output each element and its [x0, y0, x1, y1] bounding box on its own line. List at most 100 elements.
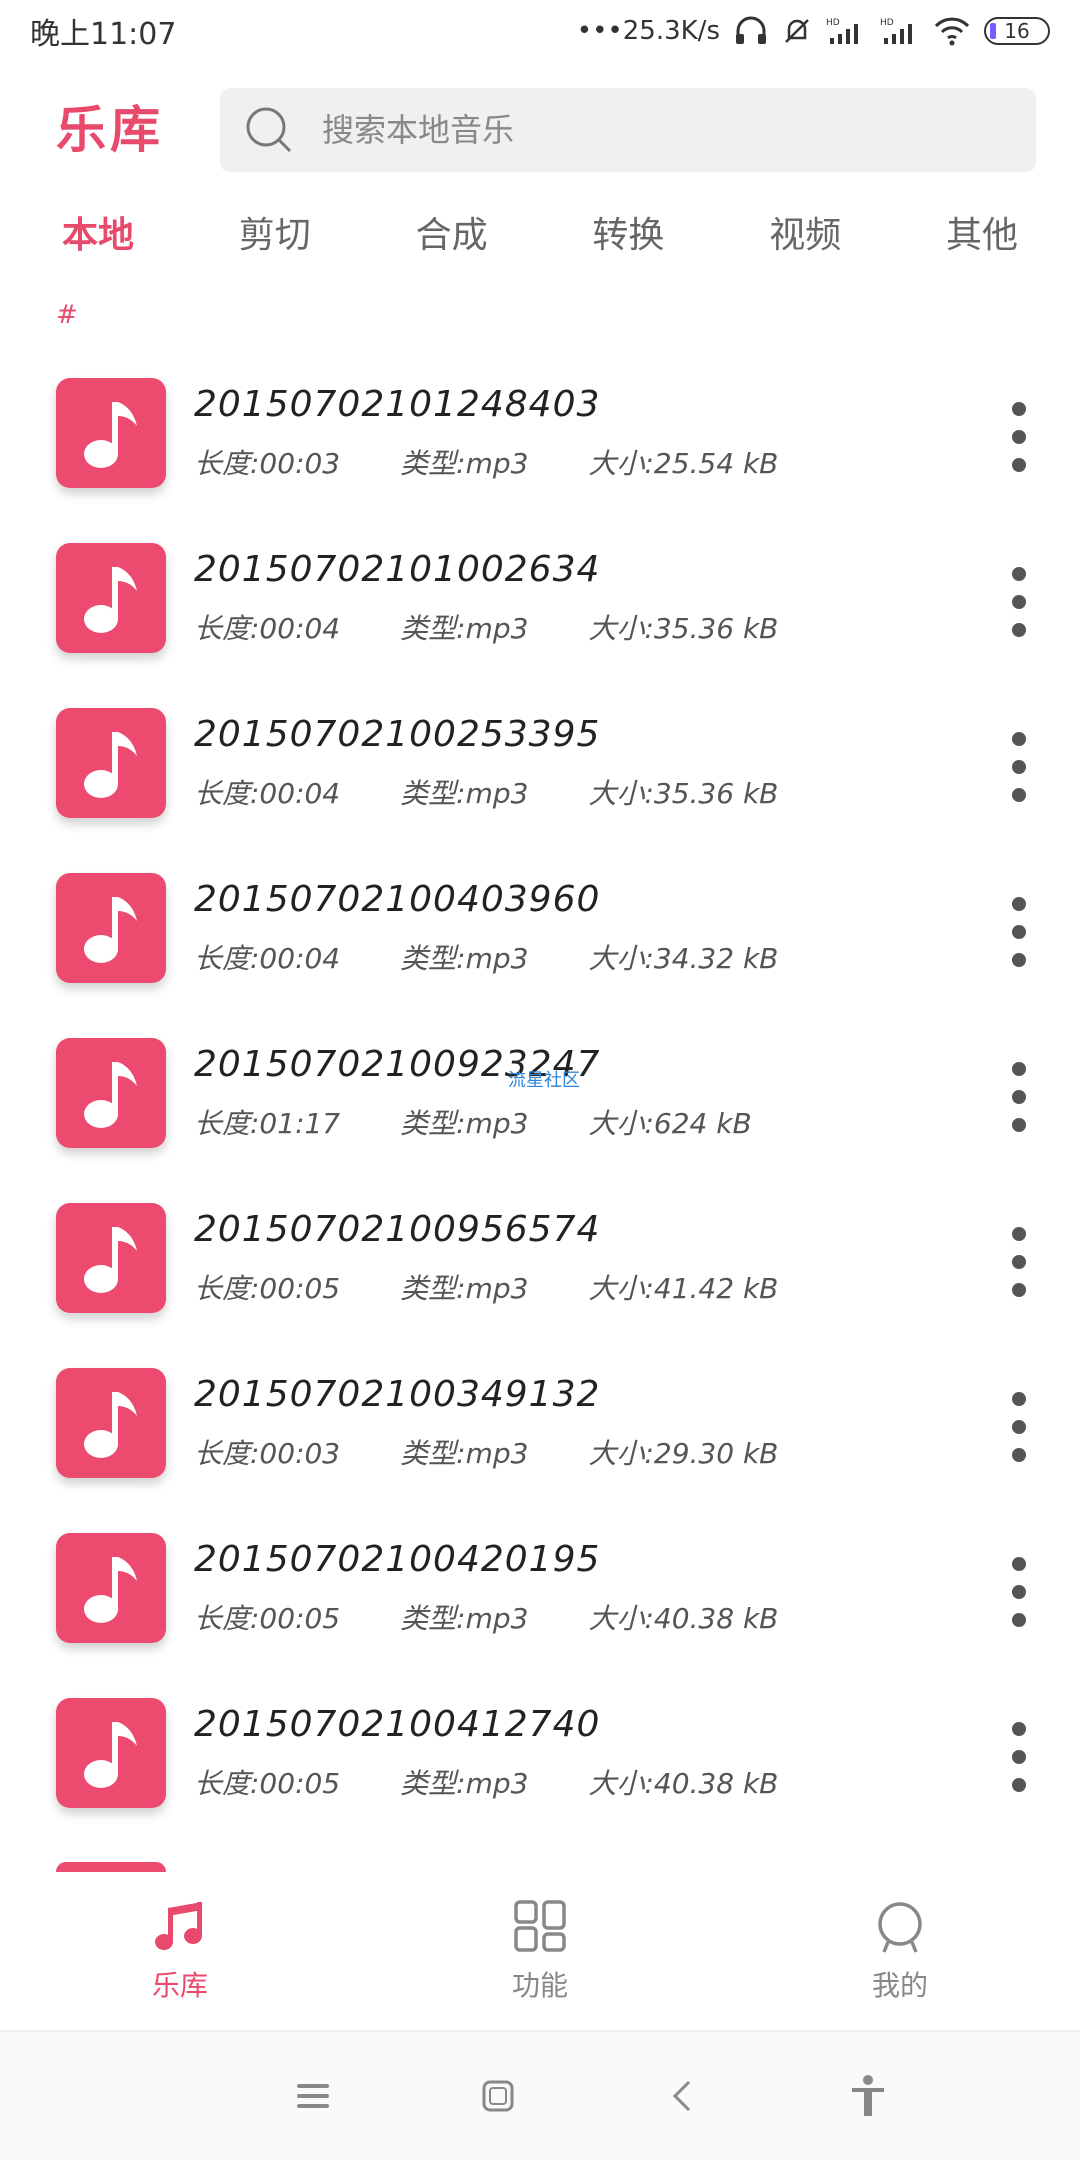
more-options-icon[interactable] [1004, 1227, 1034, 1297]
mute-bell-icon [785, 19, 809, 43]
song-title: 20150702100403960 [194, 879, 601, 920]
song-length: 长度:00:03 [194, 447, 341, 480]
more-options-icon[interactable] [1004, 567, 1034, 637]
list-item[interactable]: 20150702100403960 长度:00:04 类型:mp3 大小:34.… [0, 855, 1080, 1020]
signal-hd-icon-2: HD [880, 18, 912, 44]
song-length: 长度:01:17 [194, 1107, 341, 1140]
song-length: 长度:00:04 [194, 612, 341, 645]
accessibility-icon[interactable] [848, 2074, 888, 2118]
partial-song-thumbnail [56, 1862, 166, 1872]
song-size: 大小:35.36 kB [588, 777, 779, 810]
more-options-icon[interactable] [1004, 1722, 1034, 1792]
signal-hd-icon: HD [826, 18, 858, 44]
system-navigation [0, 2032, 1080, 2160]
song-size: 大小:34.32 kB [588, 942, 779, 975]
song-type: 类型:mp3 [400, 447, 529, 480]
svg-text:HD: HD [880, 18, 894, 28]
song-thumbnail [56, 543, 166, 653]
song-title: 20150702100253395 [194, 714, 601, 755]
wifi-icon [934, 17, 970, 46]
back-icon[interactable] [663, 2076, 703, 2116]
song-title: 20150702100420195 [194, 1539, 601, 1580]
tab-local[interactable]: 本地 [52, 200, 144, 270]
music-note-icon [84, 1227, 137, 1293]
song-thumbnail [56, 1368, 166, 1478]
song-type: 类型:mp3 [400, 612, 529, 645]
status-time: 晚上11:07 [30, 17, 177, 52]
song-thumbnail [56, 873, 166, 983]
more-options-icon[interactable] [1004, 1062, 1034, 1132]
list-item[interactable]: 20150702100956574 长度:00:05 类型:mp3 大小:41.… [0, 1185, 1080, 1350]
song-meta: 长度:00:03 类型:mp3 大小:25.54 kB [194, 442, 778, 482]
list-item[interactable]: 20150702100412740 长度:00:05 类型:mp3 大小:40.… [0, 1680, 1080, 1845]
song-size: 大小:29.30 kB [588, 1437, 779, 1470]
list-item[interactable]: 20150702100349132 长度:00:03 类型:mp3 大小:29.… [0, 1350, 1080, 1515]
profile-icon [878, 1902, 922, 1953]
nav-label: 功能 [511, 1969, 568, 2002]
song-meta: 长度:00:05 类型:mp3 大小:40.38 kB [194, 1597, 778, 1637]
search-icon [246, 107, 292, 153]
bottom-navigation: 乐库 功能 我的 [0, 1872, 1080, 2032]
song-length: 长度:00:05 [194, 1767, 341, 1800]
tab-cut[interactable]: 剪切 [229, 200, 321, 270]
song-meta: 长度:01:17 类型:mp3 大小:624 kB [194, 1102, 752, 1142]
headphones-icon [736, 16, 766, 44]
song-meta: 长度:00:04 类型:mp3 大小:35.36 kB [194, 607, 778, 647]
nav-functions[interactable]: 功能 [440, 1898, 640, 2004]
song-title: 20150702100349132 [194, 1374, 601, 1415]
music-note-icon [84, 1392, 137, 1458]
music-note-icon [84, 1557, 137, 1623]
song-size: 大小:624 kB [588, 1107, 752, 1140]
list-item[interactable]: 20150702101248403 长度:00:03 类型:mp3 大小:25.… [0, 360, 1080, 525]
search-input[interactable] [320, 110, 964, 150]
list-item[interactable]: 20150702100923247 长度:01:17 类型:mp3 大小:624… [0, 1020, 1080, 1185]
music-note-icon [84, 1062, 137, 1128]
battery-level: 16 [1004, 19, 1030, 43]
section-index: # [56, 300, 78, 330]
song-type: 类型:mp3 [400, 1767, 529, 1800]
nav-label: 我的 [871, 1969, 928, 2002]
search-bar[interactable] [220, 88, 1036, 172]
status-icons: •••25.3K/s HD HD 16 [577, 16, 1050, 46]
song-thumbnail [56, 1533, 166, 1643]
song-length: 长度:00:03 [194, 1437, 341, 1470]
category-tabs: 本地 剪切 合成 转换 视频 其他 [0, 200, 1080, 270]
song-meta: 长度:00:05 类型:mp3 大小:41.42 kB [194, 1267, 778, 1307]
song-type: 类型:mp3 [400, 1437, 529, 1470]
home-icon[interactable] [478, 2076, 518, 2116]
music-library-screen: 晚上11:07 •••25.3K/s HD HD 16 乐库 搜索本地音乐 本地… [0, 0, 1080, 2160]
tab-convert[interactable]: 转换 [582, 200, 674, 270]
song-meta: 长度:00:04 类型:mp3 大小:34.32 kB [194, 937, 778, 977]
song-length: 长度:00:04 [194, 942, 341, 975]
song-size: 大小:40.38 kB [588, 1602, 779, 1635]
music-notes-icon [155, 1902, 202, 1950]
list-item[interactable]: 20150702101002634 长度:00:04 类型:mp3 大小:35.… [0, 525, 1080, 690]
music-note-icon [84, 897, 137, 963]
page-title: 乐库 [56, 100, 164, 159]
menu-icon[interactable] [293, 2078, 333, 2114]
grid-icon [514, 1900, 566, 1952]
more-options-icon[interactable] [1004, 1392, 1034, 1462]
more-options-icon[interactable] [1004, 732, 1034, 802]
song-meta: 长度:00:04 类型:mp3 大小:35.36 kB [194, 772, 778, 812]
battery-indicator: 16 [984, 17, 1050, 45]
list-item[interactable]: 20150702100420195 长度:00:05 类型:mp3 大小:40.… [0, 1515, 1080, 1680]
nav-mine[interactable]: 我的 [800, 1898, 1000, 2004]
song-size: 大小:35.36 kB [588, 612, 779, 645]
song-title: 20150702100956574 [194, 1209, 601, 1250]
tab-merge[interactable]: 合成 [406, 200, 498, 270]
song-list[interactable]: 20150702101248403 长度:00:03 类型:mp3 大小:25.… [0, 360, 1080, 1870]
network-speed: •••25.3K/s [576, 16, 720, 46]
song-title: 20150702100412740 [194, 1704, 601, 1745]
more-options-icon[interactable] [1004, 402, 1034, 472]
nav-label: 乐库 [151, 1969, 208, 2002]
song-length: 长度:00:05 [194, 1602, 341, 1635]
tab-video[interactable]: 视频 [759, 200, 851, 270]
more-options-icon[interactable] [1004, 897, 1034, 967]
song-size: 大小:41.42 kB [588, 1272, 779, 1305]
tab-other[interactable]: 其他 [936, 200, 1028, 270]
more-options-icon[interactable] [1004, 1557, 1034, 1627]
music-note-icon [84, 1722, 137, 1788]
list-item[interactable]: 20150702100253395 长度:00:04 类型:mp3 大小:35.… [0, 690, 1080, 855]
nav-library[interactable]: 乐库 [80, 1898, 280, 2004]
